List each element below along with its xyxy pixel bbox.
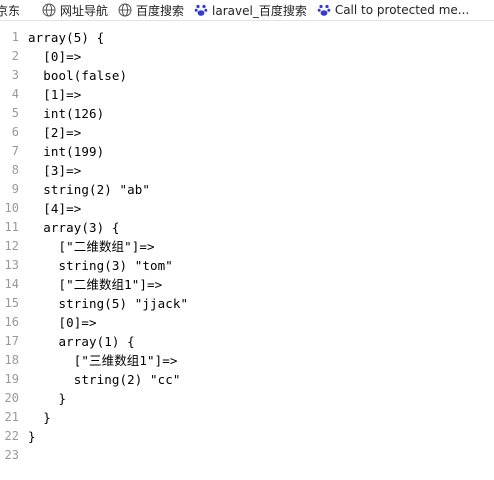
code-line: 20 } <box>0 389 494 408</box>
line-text: [2]=> <box>28 125 82 140</box>
line-number: 1 <box>11 30 19 44</box>
bookmark-label: 百度搜索 <box>136 3 185 18</box>
line-number: 7 <box>11 144 19 158</box>
line-number: 20 <box>4 391 19 405</box>
line-number: 16 <box>4 315 19 329</box>
bookmark-label: Call to protected me... <box>334 3 470 17</box>
code-line: 11 array(3) { <box>0 218 494 237</box>
code-line: 23 <box>0 446 494 465</box>
line-text: } <box>28 391 67 406</box>
line-number: 9 <box>11 182 19 196</box>
line-text: } <box>28 410 51 425</box>
line-number: 14 <box>4 277 19 291</box>
line-number: 19 <box>4 372 19 386</box>
code-line: 6 [2]=> <box>0 123 494 142</box>
line-number: 10 <box>4 201 19 215</box>
code-line: 1 array(5) { <box>0 28 494 47</box>
line-number: 8 <box>11 163 19 177</box>
baidu-paw-icon <box>194 3 208 17</box>
code-line: 18 ["三维数组1"]=> <box>0 351 494 370</box>
line-number: 18 <box>4 353 19 367</box>
line-number: 11 <box>4 220 19 234</box>
code-line: 14 ["二维数组1"]=> <box>0 275 494 294</box>
line-text: array(5) { <box>28 30 105 45</box>
code-line: 22} <box>0 427 494 446</box>
line-number: 21 <box>4 410 19 424</box>
code-line: 13 string(3) "tom" <box>0 256 494 275</box>
code-line: 3 bool(false) <box>0 66 494 85</box>
code-line: 21 } <box>0 408 494 427</box>
code-line: 12 ["二维数组"]=> <box>0 237 494 256</box>
code-line: 19 string(2) "cc" <box>0 370 494 389</box>
code-line: 15 string(5) "jjack" <box>0 294 494 313</box>
line-text: string(5) "jjack" <box>28 296 189 311</box>
line-text: [4]=> <box>28 201 82 216</box>
code-line: 16 [0]=> <box>0 313 494 332</box>
bookmark-jd[interactable]: 京东 <box>0 0 36 20</box>
line-text: int(199) <box>28 144 105 159</box>
line-text: ["二维数组"]=> <box>28 239 155 254</box>
code-line: 17 array(1) { <box>0 332 494 351</box>
line-number: 5 <box>11 106 19 120</box>
code-line: 8 [3]=> <box>0 161 494 180</box>
code-line: 5 int(126) <box>0 104 494 123</box>
line-text: string(2) "ab" <box>28 182 151 197</box>
line-text: ["二维数组1"]=> <box>28 277 163 292</box>
bookmark-label: laravel_百度搜索 <box>212 3 307 18</box>
line-text: [0]=> <box>28 315 97 330</box>
code-line: 10 [4]=> <box>0 199 494 218</box>
line-text: ["三维数组1"]=> <box>28 353 178 368</box>
bookmarks-bar: 京东 网址导航 百度搜索 <box>0 0 494 21</box>
line-number: 2 <box>11 49 19 63</box>
code-line: 7 int(199) <box>0 142 494 161</box>
line-number: 23 <box>4 448 19 462</box>
code-line: 9 string(2) "ab" <box>0 180 494 199</box>
line-text: bool(false) <box>28 68 128 83</box>
line-number: 12 <box>4 239 19 253</box>
bookmark-label: 京东 <box>0 3 21 18</box>
line-text: } <box>28 429 36 444</box>
line-number: 3 <box>11 68 19 82</box>
line-text: string(2) "cc" <box>28 372 181 387</box>
line-text: [3]=> <box>28 163 82 178</box>
line-number: 6 <box>11 125 19 139</box>
bookmark-laravel[interactable]: laravel_百度搜索 <box>194 0 307 20</box>
line-text: array(3) { <box>28 220 120 235</box>
line-text: string(3) "tom" <box>28 258 173 273</box>
line-number: 15 <box>4 296 19 310</box>
baidu-paw-icon <box>317 3 331 17</box>
code-line: 2 [0]=> <box>0 47 494 66</box>
line-text: [0]=> <box>28 49 82 64</box>
bookmark-baidu-search[interactable]: 百度搜索 <box>118 0 184 20</box>
globe-icon <box>42 3 56 17</box>
bookmark-call-protected[interactable]: Call to protected me... <box>317 0 469 20</box>
bookmark-label: 网址导航 <box>60 3 109 18</box>
line-number: 17 <box>4 334 19 348</box>
line-number: 4 <box>11 87 19 101</box>
line-text: int(126) <box>28 106 105 121</box>
line-text: array(1) { <box>28 334 135 349</box>
globe-icon <box>118 3 132 17</box>
line-number: 13 <box>4 258 19 272</box>
line-number: 22 <box>4 429 19 443</box>
code-view: 1 array(5) { 2 [0]=> 3 bool(false) 4 [1]=… <box>0 28 494 465</box>
code-line: 4 [1]=> <box>0 85 494 104</box>
bookmark-nav[interactable]: 网址导航 <box>42 0 108 20</box>
line-text: [1]=> <box>28 87 82 102</box>
